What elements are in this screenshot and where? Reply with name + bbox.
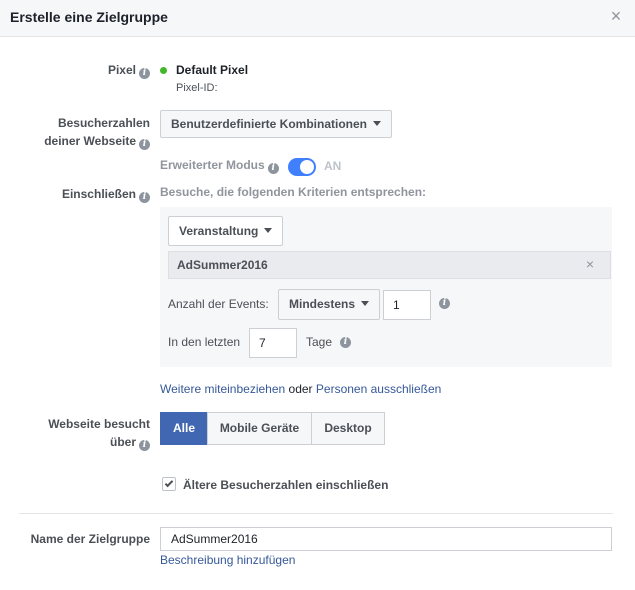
toggle-knob xyxy=(300,160,314,174)
event-count-operator-dropdown[interactable]: Mindestens xyxy=(278,289,381,320)
include-more-link[interactable]: Weitere miteinbeziehen xyxy=(160,382,285,396)
caret-down-icon xyxy=(361,301,370,306)
pixel-id-label: Pixel-ID: xyxy=(176,82,218,94)
device-option-desktop[interactable]: Desktop xyxy=(311,412,385,445)
event-row: AdSummer2016 × xyxy=(168,251,611,279)
caret-down-icon xyxy=(264,228,273,233)
older-visitors-checkbox[interactable] xyxy=(162,477,176,491)
checkmark-icon xyxy=(164,478,174,488)
event-type-dropdown[interactable]: Veranstaltung xyxy=(168,216,284,246)
visitors-dropdown[interactable]: Benutzerdefinierte Kombinationen xyxy=(160,110,393,138)
advanced-mode-label: Erweiterter Modus i xyxy=(160,158,279,174)
divider xyxy=(19,513,613,514)
info-icon[interactable]: i xyxy=(267,163,279,174)
event-name: AdSummer2016 xyxy=(177,258,268,272)
pixel-name: Default Pixel xyxy=(176,63,249,77)
event-count-label: Anzahl der Events: xyxy=(168,297,269,311)
status-dot-icon xyxy=(160,67,167,74)
include-hint: Besuche, die folgenden Kriterien entspre… xyxy=(160,185,427,199)
audience-name-input[interactable]: AdSummer2016 xyxy=(160,527,612,551)
days-input[interactable]: 7 xyxy=(249,328,297,358)
info-icon[interactable]: i xyxy=(139,68,150,79)
pixel-label: Pixel i xyxy=(108,61,150,79)
visitors-label: Besucherzahlen deiner Webseite i xyxy=(44,116,150,150)
toggle-state: AN xyxy=(324,159,342,173)
advanced-mode-toggle[interactable] xyxy=(288,158,316,176)
close-icon[interactable]: × xyxy=(609,7,623,25)
older-visitors-label: Ältere Besucherzahlen einschließen xyxy=(183,478,389,492)
add-description-link[interactable]: Beschreibung hinzufügen xyxy=(160,553,295,567)
device-option-all[interactable]: Alle xyxy=(160,412,208,445)
dialog-title: Erstelle eine Zielgruppe xyxy=(10,9,168,25)
info-icon[interactable]: i xyxy=(139,139,150,150)
info-icon[interactable]: i xyxy=(139,440,150,451)
days-label: Tage xyxy=(306,335,333,349)
audience-name-label: Name der Zielgruppe xyxy=(30,532,150,546)
info-icon[interactable]: i xyxy=(340,337,351,348)
dialog-header: Erstelle eine Zielgruppe × xyxy=(0,0,635,37)
exclude-people-link[interactable]: Personen ausschließen xyxy=(316,382,441,396)
create-audience-dialog: Erstelle eine Zielgruppe × Pixel i Defaul… xyxy=(0,0,635,590)
remove-icon[interactable]: × xyxy=(586,256,594,272)
include-label: Einschließen i xyxy=(62,185,150,203)
caret-down-icon xyxy=(373,121,382,126)
info-icon[interactable]: i xyxy=(139,192,150,203)
include-exclude-links: Weitere miteinbeziehen oder Personen aus… xyxy=(160,382,442,396)
device-option-mobile[interactable]: Mobile Geräte xyxy=(207,412,312,445)
in-last-label: In den letzten xyxy=(168,335,241,349)
info-icon[interactable]: i xyxy=(439,298,450,309)
device-label: Webseite besucht über i xyxy=(48,417,150,451)
event-count-input[interactable]: 1 xyxy=(383,290,431,320)
